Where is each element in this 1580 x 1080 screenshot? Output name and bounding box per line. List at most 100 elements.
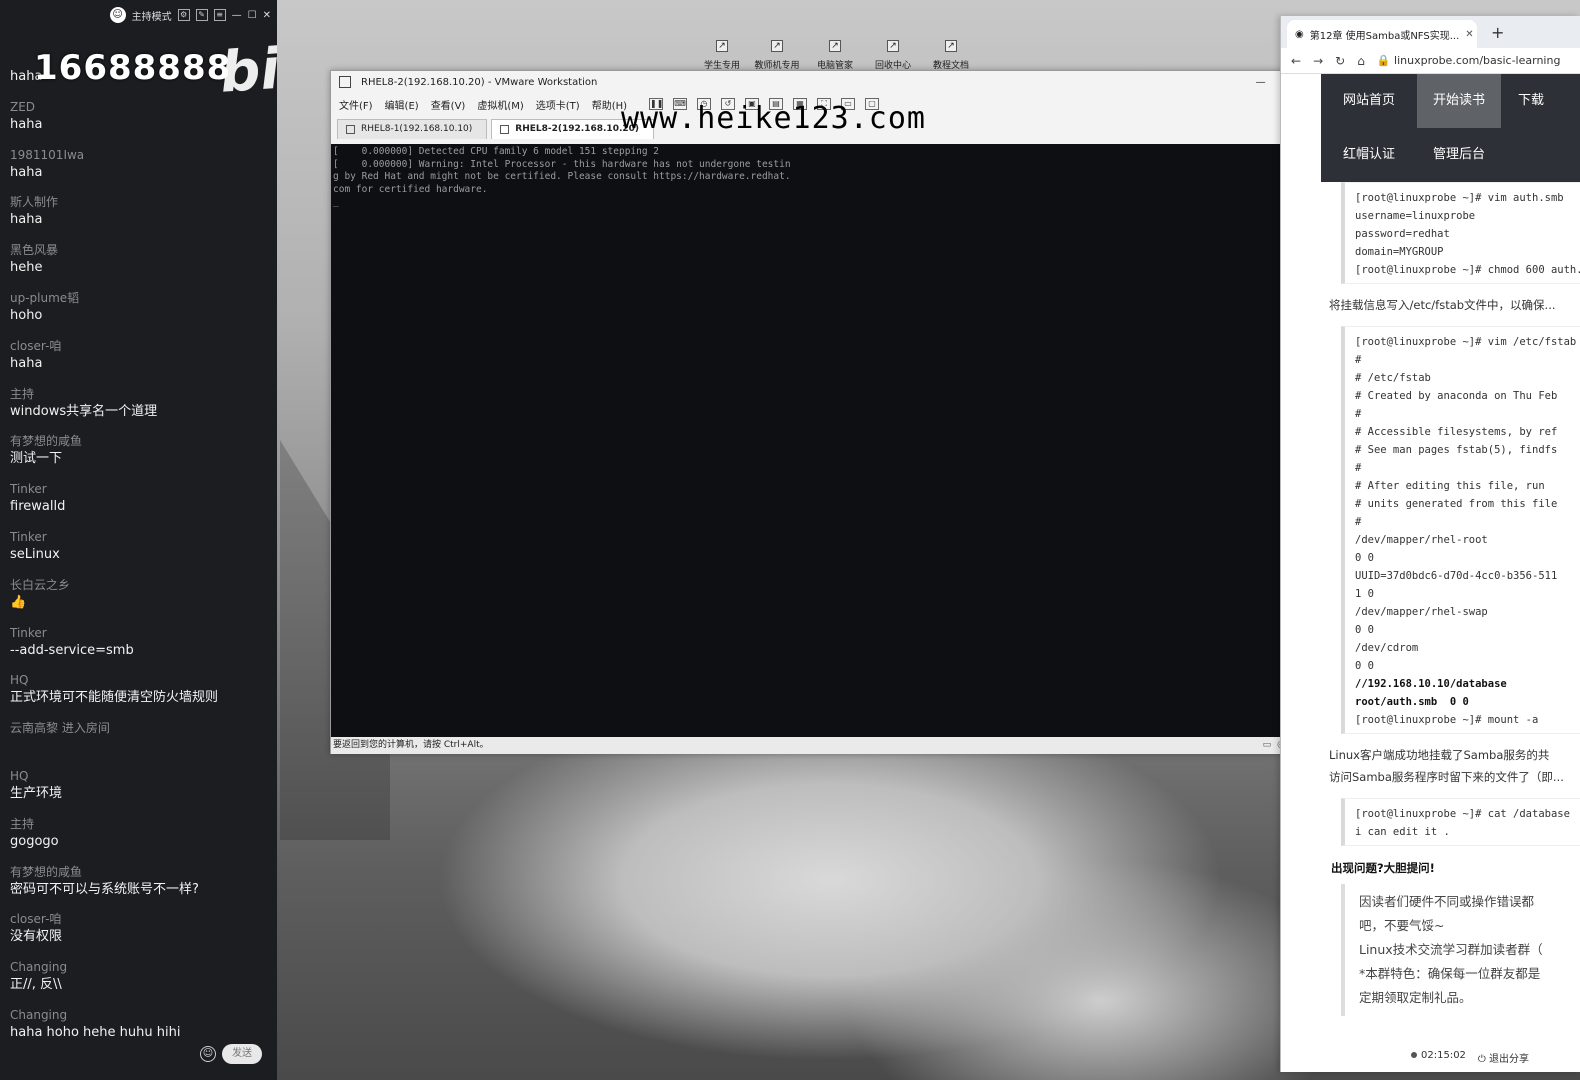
code-line: 1 0 [1355,588,1374,600]
chat-text: haha [10,212,43,228]
article-content: [root@linuxprobe ~]# vim auth.smb usernam… [1321,182,1580,1062]
host-mode-icon[interactable]: ☺ [109,7,126,23]
chat-username: Changing [10,960,68,975]
reload-icon[interactable]: ↻ [1335,54,1345,68]
minimize-icon[interactable]: — [232,10,242,21]
code-block-cat: [root@linuxprobe ~]# cat /database i can … [1341,798,1580,846]
tab-rhel8-1[interactable]: RHEL8-1(192.168.10.10) [337,119,488,139]
menu-icon[interactable]: ≡ [213,9,226,21]
back-icon[interactable]: ← [1291,54,1301,68]
code-line: i can edit it . [1355,826,1450,838]
share-timer: 02:15:02 [1421,1050,1466,1061]
notice-line: *本群特色：确保每一位群友都是 [1359,966,1541,981]
desktop-shortcut-4[interactable]: ↗ 回收中心 [866,40,920,71]
hdd-icon[interactable]: ▭ [1263,737,1272,754]
code-line: 0 0 [1355,552,1374,564]
chat-message: closer-咱 haha [10,337,270,385]
menu-file[interactable]: 文件(F) [339,97,373,112]
close-tab-icon[interactable]: ✕ [1465,29,1473,40]
home-icon[interactable]: ⌂ [1357,54,1365,68]
chat-message: 主持 gogogo [10,815,270,863]
maximize-icon[interactable]: ☐ [248,10,257,21]
browser-window: ◉ 第12章 使用Samba或NFS实现... ✕ + ← → ↻ ⌂ 🔒 li… [1280,16,1580,1072]
desktop-shortcut-2[interactable]: ↗ 教师机专用 [750,40,804,71]
chat-message-list: haha ZED haha 1981101Iwa haha 斯人制作 haha 黑色风暴 heh… [10,50,270,1054]
vm-console[interactable]: [ 0.000000] Detected CPU family 6 model … [331,144,1319,737]
chat-text: 没有权限 [10,929,63,945]
chat-username: Tinker [10,482,47,497]
share-footer: 02:15:02 ⏻ 退出分享 [1411,1050,1529,1065]
code-block-fstab: [root@linuxprobe ~]# vim /etc/fstab # # /e… [1341,326,1580,734]
section-heading: 出现问题?大胆提问! [1331,861,1435,875]
chat-username: 有梦想的咸鱼 [10,864,83,879]
code-line: password=redhat [1355,228,1450,240]
overlay-number: 16688888 [34,48,232,88]
code-line: # [1355,408,1362,420]
code-line: [root@linuxprobe ~]# cat /database [1355,808,1570,820]
chat-username: up-plume韬 [10,290,80,305]
desktop-shortcut-1[interactable]: ↗ 学生专用 [695,40,749,71]
nav-download[interactable]: 下载 [1501,74,1561,128]
chat-text: windows共享名一个道理 [10,403,158,419]
notice-line: 定期领取定制礼品。 [1359,990,1472,1005]
live-chat-panel: ☺ 主持模式 ⚙ ✎ ≡ — ☐ ✕ haha ZED haha 1981101Iwa… [0,0,277,1080]
chat-username: Tinker [10,529,47,544]
vmware-titlebar[interactable]: RHEL8-2(192.168.10.20) - VMware Workstat… [331,71,1319,93]
code-line: /dev/cdrom [1355,642,1419,654]
forward-icon[interactable]: → [1313,54,1323,68]
close-icon[interactable]: ✕ [263,10,271,21]
desktop-shortcut-5[interactable]: ↗ 教程文档 [924,40,978,71]
minimize-icon[interactable]: — [1256,77,1266,88]
chat-text: haha [10,116,43,132]
bilibili-logo: bilibili [217,27,277,106]
notice-line: 因读者们硬件不同或操作错误都 [1359,894,1535,909]
code-line: # [1355,354,1362,366]
paragraph-line: 访问Samba服务程序时留下来的文件了（即... [1329,770,1564,784]
console-line: _ [333,196,339,207]
browser-navbar: ← → ↻ ⌂ 🔒 linuxprobe.com/basic-learning [1281,48,1580,74]
send-button[interactable]: 发送 [222,1044,262,1064]
console-line: g by Red Hat and might not be certified.… [333,171,791,182]
emoji-icon[interactable]: ☺ [200,1046,216,1062]
nav-start-reading[interactable]: 开始读书 [1417,74,1501,128]
chat-text: --add-service=smb [10,642,134,658]
edit-icon[interactable]: ✎ [195,9,208,21]
new-tab-icon[interactable]: + [1491,23,1504,42]
chat-username: HQ [10,768,29,783]
chat-input-bar: ☺ 发送 [200,1044,262,1064]
menu-vm[interactable]: 虚拟机(M) [477,97,523,112]
browser-tab[interactable]: ◉ 第12章 使用Samba或NFS实现... ✕ [1287,20,1477,48]
host-mode-label[interactable]: 主持模式 [132,8,172,23]
vm-tab-icon [500,125,510,134]
chat-text: seLinux [10,546,60,562]
shortcut-arrow-icon: ↗ [716,40,728,52]
address-bar[interactable]: 🔒 linuxprobe.com/basic-learning [1377,54,1561,67]
console-line: com for certified hardware. [333,183,488,195]
chat-text: 测试一下 [10,451,63,467]
chat-text: haha [10,355,43,371]
chat-message: 有梦想的咸鱼 密码可不可以与系统账号不一样? [10,863,270,911]
exit-share-button[interactable]: ⏻ 退出分享 [1478,1050,1529,1065]
nav-home[interactable]: 网站首页 [1321,74,1417,128]
article-paragraph: Linux客户端成功地挂载了Samba服务的共 访问Samba服务程序时留下来的… [1321,734,1580,798]
chat-username: Tinker [10,625,47,640]
community-notice: 因读者们硬件不同或操作错误都 吧，不要气馁~ Linux技术交流学习群加读者群（ *本… [1341,884,1580,1016]
chat-message: 主持 windows共享名一个道理 [10,385,270,433]
nav-admin[interactable]: 管理后台 [1417,128,1501,182]
browser-tab-strip: ◉ 第12章 使用Samba或NFS实现... ✕ + [1281,16,1580,48]
nav-redhat-cert[interactable]: 红帽认证 [1321,128,1417,182]
code-line: # Accessible filesystems, by ref [1355,426,1558,438]
code-line: # [1355,516,1362,528]
site-navigation: 网站首页 开始读书 下载 红帽认证 管理后台 [1321,74,1580,182]
desktop-shortcut-3[interactable]: ↗ 电脑管家 [808,40,862,71]
chat-message: 有梦想的咸鱼 测试一下 [10,432,270,480]
vmware-app-icon [339,76,351,88]
settings-icon[interactable]: ⚙ [177,9,190,21]
chat-text: 正//, 反\\ [10,977,62,993]
menu-tabs[interactable]: 选项卡(T) [536,97,580,112]
menu-view[interactable]: 查看(V) [431,97,466,112]
chat-titlebar: ☺ 主持模式 ⚙ ✎ ≡ — ☐ ✕ [0,0,277,30]
menu-edit[interactable]: 编辑(E) [385,97,419,112]
chat-username: Changing [10,1007,68,1022]
watermark-text: www.heike123.com [621,101,926,136]
